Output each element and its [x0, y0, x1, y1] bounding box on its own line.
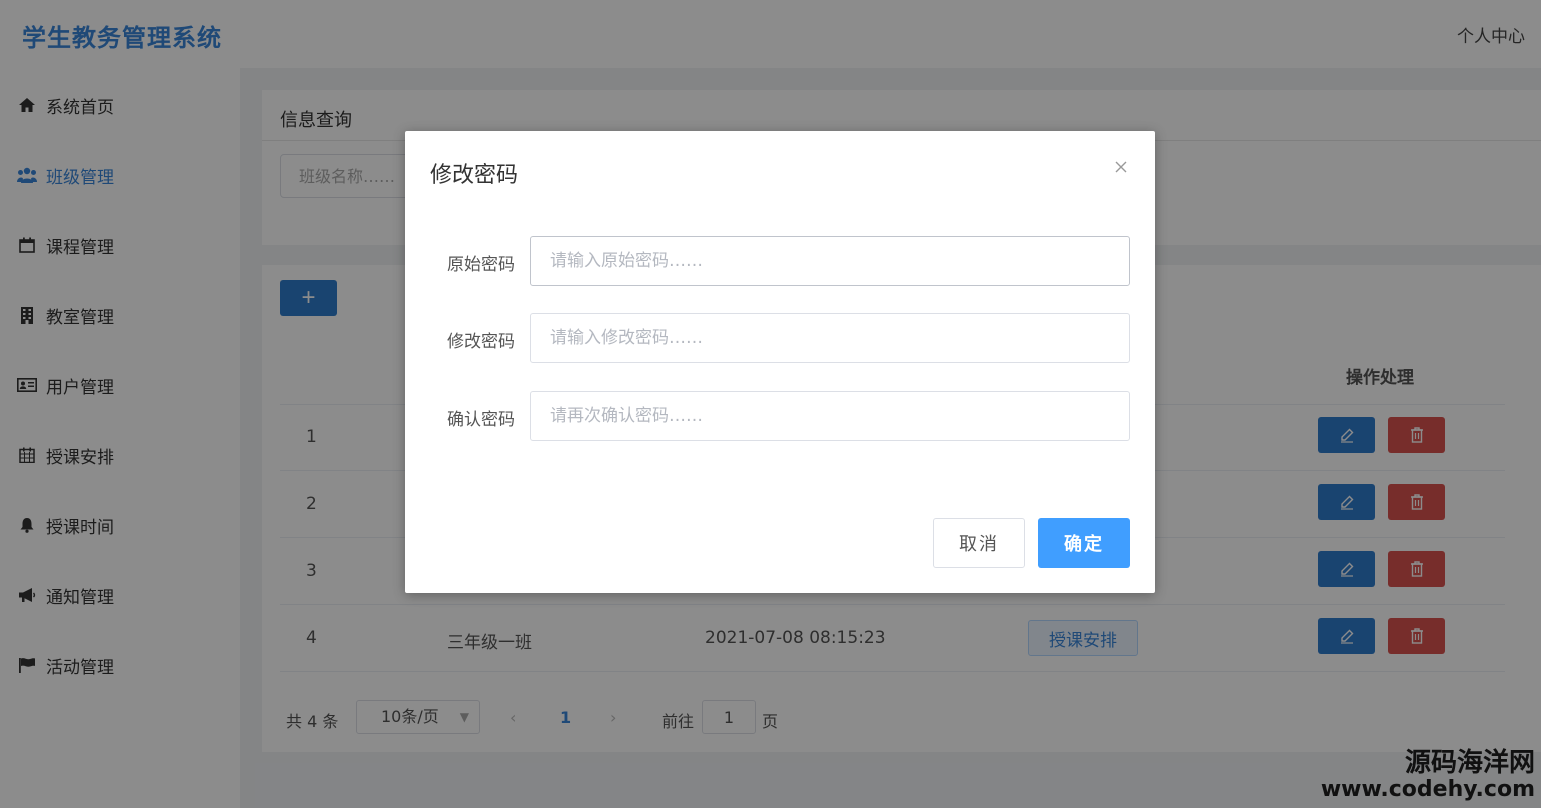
original-password-input[interactable] [530, 236, 1130, 286]
original-password-label: 原始密码 [447, 255, 515, 275]
dialog-title: 修改密码 [430, 163, 519, 188]
form-row-confirm-password: 确认密码 [405, 391, 1155, 441]
close-button[interactable] [1112, 158, 1130, 176]
new-password-label: 修改密码 [447, 332, 515, 352]
close-icon [1115, 161, 1127, 173]
confirm-password-label: 确认密码 [447, 410, 515, 430]
confirm-button[interactable]: 确定 [1038, 518, 1130, 568]
watermark: 源码海洋网 www.codehy.com [1321, 748, 1535, 802]
form-row-new-password: 修改密码 [405, 313, 1155, 363]
form-row-original-password: 原始密码 [405, 236, 1155, 286]
watermark-url: www.codehy.com [1320, 777, 1535, 802]
new-password-input[interactable] [530, 313, 1130, 363]
confirm-password-input[interactable] [530, 391, 1130, 441]
watermark-name: 源码海洋网 [1404, 748, 1535, 778]
change-password-dialog: 修改密码 原始密码 修改密码 确认密码 取消 确定 [405, 131, 1155, 593]
cancel-button[interactable]: 取消 [933, 518, 1025, 568]
